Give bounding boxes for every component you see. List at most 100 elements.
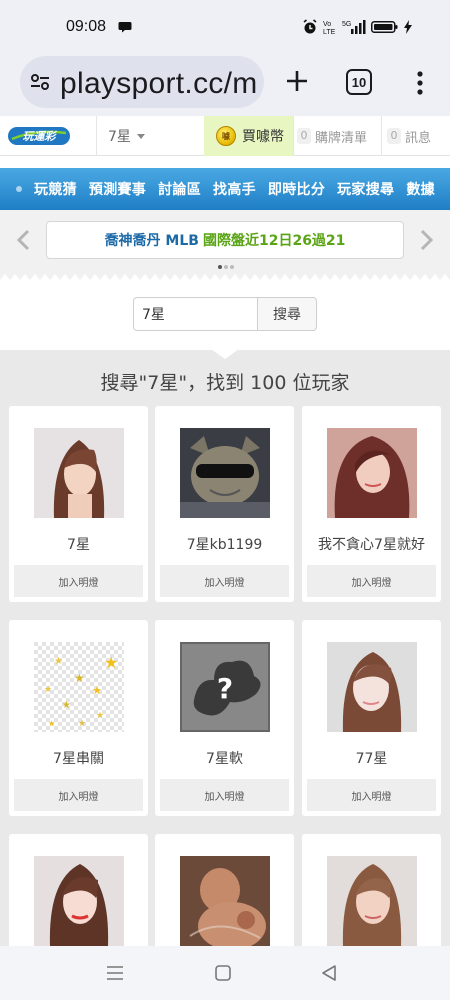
site-settings-icon[interactable]	[30, 73, 50, 91]
pager-dot	[218, 265, 222, 269]
player-card[interactable]: 7星 加入明燈	[9, 406, 148, 602]
nav-item-forum[interactable]: 討論區	[158, 179, 201, 199]
system-nav-bar	[0, 946, 450, 1000]
charging-icon	[404, 20, 412, 34]
svg-text:★: ★	[78, 719, 86, 729]
pager-dot	[224, 265, 228, 269]
follow-button[interactable]: 加入明燈	[14, 565, 143, 597]
player-name[interactable]: 7星	[9, 534, 148, 554]
follow-button[interactable]: 加入明燈	[307, 779, 436, 811]
svg-text:5G: 5G	[342, 21, 351, 28]
main-nav: 玩競猜 預測賽事 討論區 找高手 即時比分 玩家搜尋 數據	[0, 168, 450, 210]
follow-button[interactable]: 加入明燈	[160, 565, 289, 597]
nav-item-predict[interactable]: 預測賽事	[89, 179, 146, 199]
player-card[interactable]: 我不貪心7星就好 加入明燈	[302, 406, 441, 602]
follow-button[interactable]: 加入明燈	[14, 779, 143, 811]
player-avatar[interactable]	[180, 856, 270, 946]
player-avatar[interactable]	[327, 856, 417, 946]
player-name[interactable]: 7星串關	[9, 748, 148, 768]
site-logo[interactable]: 玩運彩	[6, 123, 72, 149]
svg-text:★: ★	[62, 700, 71, 711]
status-icons: Vo LTE 5G	[302, 19, 412, 35]
tab-switcher-button[interactable]: 10	[346, 69, 372, 95]
chat-bubble-icon	[118, 22, 132, 33]
player-avatar[interactable]	[34, 428, 124, 518]
cart-label: 購牌清單	[315, 130, 368, 146]
svg-text:★: ★	[48, 719, 55, 728]
status-time: 09:08	[66, 18, 107, 35]
player-avatar[interactable]	[34, 856, 124, 946]
more-menu-icon[interactable]	[410, 68, 430, 98]
svg-text:★: ★	[104, 653, 118, 672]
player-name[interactable]: 77星	[302, 748, 441, 768]
nav-item-experts[interactable]: 找高手	[213, 179, 256, 199]
chevron-right-icon[interactable]	[416, 228, 436, 252]
alarm-icon	[303, 19, 317, 34]
player-avatar[interactable]: ★ ★ ★ ★ ★ ★ ★ ★ ★	[34, 642, 124, 732]
player-avatar[interactable]: ?	[180, 642, 270, 732]
logo-text: 玩運彩	[23, 130, 58, 143]
cart-link[interactable]: 0 購牌清單	[297, 116, 381, 156]
player-name[interactable]: 我不貪心7星就好	[302, 534, 441, 554]
player-search-form: 搜尋	[0, 280, 450, 350]
chevron-left-icon[interactable]	[14, 228, 34, 252]
player-card[interactable]: ★ ★ ★ ★ ★ ★ ★ ★ ★ 7星串關 加入明燈	[9, 620, 148, 816]
player-name[interactable]: 7星軟	[155, 748, 294, 768]
player-card[interactable]	[9, 834, 148, 946]
marquee-area: 喬神喬丹 MLB 國際盤近12日26過21	[0, 210, 450, 280]
pager-dot	[230, 265, 234, 269]
tab-count: 10	[351, 74, 367, 90]
search-type-select[interactable]: 7星	[96, 116, 204, 156]
svg-text:★: ★	[96, 711, 104, 721]
svg-text:★: ★	[92, 684, 102, 697]
header-divider	[381, 116, 382, 156]
signal-5g-icon: 5G	[342, 20, 366, 34]
nav-item-player-search[interactable]: 玩家搜尋	[337, 179, 394, 199]
cart-count: 0	[297, 128, 311, 144]
svg-text:★: ★	[54, 656, 63, 667]
player-card[interactable]: 77星 加入明燈	[302, 620, 441, 816]
player-avatar[interactable]	[327, 428, 417, 518]
player-avatar[interactable]	[180, 428, 270, 518]
player-name[interactable]: 7星kb1199	[155, 534, 294, 554]
caret-down-icon	[136, 133, 145, 139]
buy-coins-label: 買噱幣	[242, 129, 284, 145]
header-divider	[293, 116, 294, 156]
follow-button[interactable]: 加入明燈	[307, 565, 436, 597]
url-text[interactable]: playsport.cc/m	[60, 67, 258, 101]
svg-text:LTE: LTE	[323, 29, 336, 35]
marquee-banner[interactable]: 喬神喬丹 MLB 國際盤近12日26過21	[46, 221, 404, 259]
player-card[interactable]: 7星kb1199 加入明燈	[155, 406, 294, 602]
messages-link[interactable]: 0 訊息	[387, 116, 450, 156]
status-bar: 09:08 Vo LTE 5G	[0, 0, 450, 52]
site-header: 玩運彩 7星 噱 買噱幣 0 購牌清單 0 訊息	[0, 116, 450, 156]
new-tab-icon[interactable]	[282, 66, 312, 96]
marquee-pager	[218, 265, 234, 269]
battery-icon	[371, 21, 398, 33]
player-card[interactable]	[155, 834, 294, 946]
svg-text:Vo: Vo	[323, 21, 331, 28]
messages-count: 0	[387, 128, 401, 144]
volte-icon: VoLTE	[323, 21, 336, 35]
back-icon[interactable]	[318, 962, 340, 984]
recent-apps-icon[interactable]	[104, 962, 126, 984]
home-icon[interactable]	[212, 962, 234, 984]
nav-item-guess[interactable]: 玩競猜	[34, 179, 77, 199]
player-card[interactable]	[302, 834, 441, 946]
coin-icon: 噱	[216, 126, 236, 146]
nav-item-live-scores[interactable]: 即時比分	[268, 179, 325, 199]
follow-button[interactable]: 加入明燈	[160, 779, 289, 811]
buy-coins-button[interactable]: 噱 買噱幣	[204, 116, 293, 156]
address-bar[interactable]: playsport.cc/m	[20, 56, 264, 108]
marquee-record: 國際盤近12日26過21	[202, 233, 346, 249]
player-search-input[interactable]	[133, 297, 257, 331]
svg-text:★: ★	[44, 685, 52, 695]
results-pointer	[211, 350, 239, 359]
player-card[interactable]: ? 7星軟 加入明燈	[155, 620, 294, 816]
player-avatar[interactable]	[327, 642, 417, 732]
results-title: 搜尋"7星"，找到 100 位玩家	[100, 372, 350, 394]
search-button[interactable]: 搜尋	[257, 297, 317, 331]
nav-bullet-icon	[16, 186, 22, 192]
nav-item-data[interactable]: 數據	[406, 179, 435, 199]
svg-text:?: ?	[217, 672, 233, 705]
